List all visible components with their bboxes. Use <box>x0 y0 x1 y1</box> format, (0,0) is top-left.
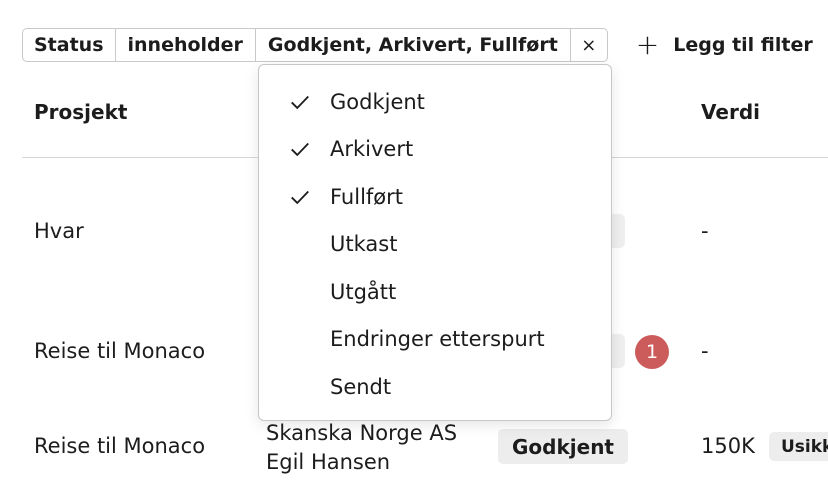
row-3-contact: Egil Hansen <box>266 450 391 474</box>
filter-field[interactable]: Status <box>23 29 116 61</box>
row-3-value: 150K <box>701 434 755 458</box>
option-endringer-etterspurt[interactable]: Endringer etterspurt <box>259 320 611 358</box>
row-2-project[interactable]: Reise til Monaco <box>34 339 205 363</box>
row-3-status-badge: Godkjent <box>498 429 628 464</box>
column-header-value[interactable]: Verdi <box>701 100 760 124</box>
status-filter-chip[interactable]: Status inneholder Godkjent, Arkivert, Fu… <box>22 28 608 62</box>
option-fullfort[interactable]: Fullført <box>259 178 611 216</box>
row-2-value: - <box>701 339 709 363</box>
check-icon <box>291 95 309 110</box>
option-label: Endringer etterspurt <box>330 327 545 351</box>
option-utgatt[interactable]: Utgått <box>259 273 611 311</box>
remove-filter-button[interactable]: × <box>571 29 607 61</box>
option-label: Utkast <box>330 232 398 256</box>
option-label: Godkjent <box>330 90 425 114</box>
option-label: Sendt <box>330 375 392 399</box>
option-label: Arkivert <box>330 137 414 161</box>
filter-bar: Status inneholder Godkjent, Arkivert, Fu… <box>22 28 813 62</box>
plus-icon: + <box>635 28 660 61</box>
add-filter-label: Legg til filter <box>673 34 813 56</box>
row-2-status-badge <box>611 334 625 368</box>
option-sendt[interactable]: Sendt <box>259 368 611 406</box>
filter-operator[interactable]: inneholder <box>116 29 256 61</box>
notification-badge[interactable]: 1 <box>635 335 669 369</box>
option-arkivert[interactable]: Arkivert <box>259 130 611 168</box>
close-icon: × <box>581 34 597 56</box>
row-3-project[interactable]: Reise til Monaco <box>34 434 205 458</box>
row-1-project[interactable]: Hvar <box>34 219 84 243</box>
row-1-value: - <box>701 219 709 243</box>
row-3-tag: Usikk <box>769 432 828 461</box>
option-label: Utgått <box>330 280 397 304</box>
check-icon <box>291 190 309 205</box>
filter-value[interactable]: Godkjent, Arkivert, Fullført <box>256 29 571 61</box>
option-label: Fullført <box>330 185 404 209</box>
status-options-dropdown: Godkjent Arkivert Fullført Utkast Utgått… <box>258 64 612 421</box>
check-icon <box>291 142 309 157</box>
option-godkjent[interactable]: Godkjent <box>259 83 611 121</box>
add-filter-button[interactable]: + Legg til filter <box>636 31 813 59</box>
row-1-status-badge <box>611 214 625 248</box>
option-utkast[interactable]: Utkast <box>259 225 611 263</box>
column-header-project[interactable]: Prosjekt <box>34 100 127 124</box>
row-3-company: Skanska Norge AS <box>266 421 458 445</box>
